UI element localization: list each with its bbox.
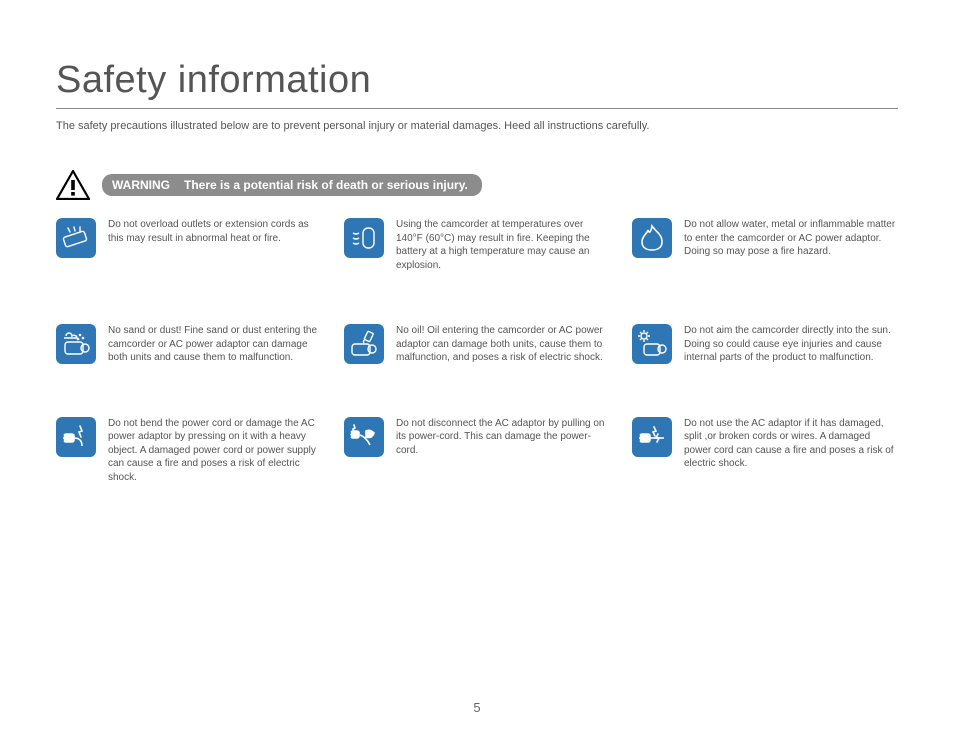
safety-item: Do not bend the power cord or damage the…: [56, 417, 322, 485]
warning-label: WARNING: [112, 178, 170, 192]
safety-item: Do not use the AC adaptor if it has dama…: [632, 417, 898, 485]
safety-item: Using the camcorder at temperatures over…: [344, 218, 610, 272]
fire-hazard-icon: [632, 218, 672, 258]
safety-item-text: Do not allow water, metal or inflammable…: [684, 218, 898, 259]
warning-row: WARNING There is a potential risk of dea…: [56, 170, 898, 200]
high-temperature-icon: [344, 218, 384, 258]
safety-item: Do not allow water, metal or inflammable…: [632, 218, 898, 272]
safety-item: Do not overload outlets or extension cor…: [56, 218, 322, 272]
safety-item-text: Using the camcorder at temperatures over…: [396, 218, 610, 272]
warning-bar: WARNING There is a potential risk of dea…: [102, 174, 482, 196]
safety-item-text: Do not overload outlets or extension cor…: [108, 218, 322, 245]
no-direct-sun-icon: [632, 324, 672, 364]
warning-triangle-icon: [56, 170, 90, 200]
safety-item-text: Do not disconnect the AC adaptor by pull…: [396, 417, 610, 458]
pull-cord-icon: [344, 417, 384, 457]
no-sand-dust-icon: [56, 324, 96, 364]
damaged-cord-icon: [632, 417, 672, 457]
page-title: Safety information: [56, 59, 898, 109]
safety-item-text: Do not bend the power cord or damage the…: [108, 417, 322, 485]
warning-text: There is a potential risk of death or se…: [184, 178, 468, 192]
safety-item: No oil! Oil entering the camcorder or AC…: [344, 324, 610, 365]
page-number: 5: [56, 700, 898, 715]
safety-item-text: Do not use the AC adaptor if it has dama…: [684, 417, 898, 471]
safety-item-text: No sand or dust! Fine sand or dust enter…: [108, 324, 322, 365]
safety-item: Do not disconnect the AC adaptor by pull…: [344, 417, 610, 485]
safety-item-text: No oil! Oil entering the camcorder or AC…: [396, 324, 610, 365]
no-oil-icon: [344, 324, 384, 364]
safety-item: No sand or dust! Fine sand or dust enter…: [56, 324, 322, 365]
bent-cord-icon: [56, 417, 96, 457]
safety-item: Do not aim the camcorder directly into t…: [632, 324, 898, 365]
overload-outlet-icon: [56, 218, 96, 258]
safety-item-text: Do not aim the camcorder directly into t…: [684, 324, 898, 365]
intro-text: The safety precautions illustrated below…: [56, 120, 898, 132]
safety-grid: Do not overload outlets or extension cor…: [56, 218, 898, 484]
